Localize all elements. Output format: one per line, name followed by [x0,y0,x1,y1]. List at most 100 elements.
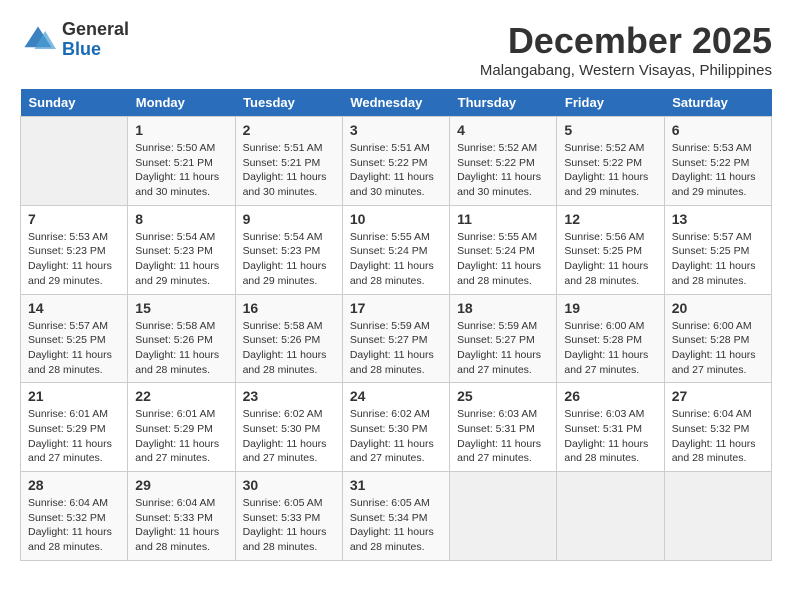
calendar-cell: 28 Sunrise: 6:04 AM Sunset: 5:32 PM Dayli… [21,472,128,561]
day-number: 17 [350,300,442,316]
calendar-cell: 31Sunrise: 6:05 AM Sunset: 5:34 PM Dayli… [342,472,449,561]
calendar-cell [664,472,771,561]
day-number: 2 [243,122,335,138]
day-info: Sunrise: 5:55 AM Sunset: 5:24 PM Dayligh… [457,230,549,289]
calendar-body: 1 Sunrise: 5:50 AM Sunset: 5:21 PM Daylig… [21,117,772,561]
calendar-cell: 18 Sunrise: 5:59 AM Sunset: 5:27 PM Dayli… [450,294,557,383]
day-number: 20 [672,300,764,316]
day-info: Sunrise: 5:56 AM Sunset: 5:25 PM Dayligh… [564,230,656,289]
day-info: Sunrise: 6:03 AM Sunset: 5:31 PM Dayligh… [564,407,656,466]
day-info: Sunrise: 6:04 AM Sunset: 5:33 PM Dayligh… [135,496,227,555]
header-cell-sunday: Sunday [21,89,128,117]
day-number: 13 [672,211,764,227]
day-number: 21 [28,388,120,404]
calendar-cell: 24Sunrise: 6:02 AM Sunset: 5:30 PM Dayli… [342,383,449,472]
calendar-cell: 10Sunrise: 5:55 AM Sunset: 5:24 PM Dayli… [342,205,449,294]
calendar-cell: 16 Sunrise: 5:58 AM Sunset: 5:26 PM Dayli… [235,294,342,383]
calendar-cell [450,472,557,561]
week-row-2: 7 Sunrise: 5:53 AM Sunset: 5:23 PM Daylig… [21,205,772,294]
day-info: Sunrise: 5:58 AM Sunset: 5:26 PM Dayligh… [243,319,335,378]
calendar-cell: 12 Sunrise: 5:56 AM Sunset: 5:25 PM Dayli… [557,205,664,294]
day-info: Sunrise: 5:52 AM Sunset: 5:22 PM Dayligh… [564,141,656,200]
calendar-cell: 8Sunrise: 5:54 AM Sunset: 5:23 PM Daylig… [128,205,235,294]
logo-icon [20,22,56,58]
day-number: 5 [564,122,656,138]
calendar-cell: 5 Sunrise: 5:52 AM Sunset: 5:22 PM Daylig… [557,117,664,206]
day-info: Sunrise: 6:02 AM Sunset: 5:30 PM Dayligh… [350,407,442,466]
week-row-1: 1 Sunrise: 5:50 AM Sunset: 5:21 PM Daylig… [21,117,772,206]
day-info: Sunrise: 5:53 AM Sunset: 5:22 PM Dayligh… [672,141,764,200]
day-info: Sunrise: 5:54 AM Sunset: 5:23 PM Dayligh… [243,230,335,289]
day-info: Sunrise: 5:51 AM Sunset: 5:22 PM Dayligh… [350,141,442,200]
calendar-cell: 1 Sunrise: 5:50 AM Sunset: 5:21 PM Daylig… [128,117,235,206]
calendar-cell: 19 Sunrise: 6:00 AM Sunset: 5:28 PM Dayli… [557,294,664,383]
day-number: 3 [350,122,442,138]
day-number: 31 [350,477,442,493]
month-title: December 2025 [480,20,772,62]
calendar-cell: 6Sunrise: 5:53 AM Sunset: 5:22 PM Daylig… [664,117,771,206]
header-cell-thursday: Thursday [450,89,557,117]
calendar-cell: 13 Sunrise: 5:57 AM Sunset: 5:25 PM Dayli… [664,205,771,294]
calendar-cell: 14 Sunrise: 5:57 AM Sunset: 5:25 PM Dayli… [21,294,128,383]
logo-blue-text: Blue [62,39,101,59]
calendar-cell: 4 Sunrise: 5:52 AM Sunset: 5:22 PM Daylig… [450,117,557,206]
calendar-cell: 3 Sunrise: 5:51 AM Sunset: 5:22 PM Daylig… [342,117,449,206]
week-row-3: 14 Sunrise: 5:57 AM Sunset: 5:25 PM Dayli… [21,294,772,383]
calendar-cell: 7 Sunrise: 5:53 AM Sunset: 5:23 PM Daylig… [21,205,128,294]
day-info: Sunrise: 5:57 AM Sunset: 5:25 PM Dayligh… [28,319,120,378]
day-number: 30 [243,477,335,493]
day-number: 18 [457,300,549,316]
header-cell-saturday: Saturday [664,89,771,117]
logo: General Blue [20,20,129,60]
location-title: Malangabang, Western Visayas, Philippine… [480,62,772,79]
week-row-4: 21 Sunrise: 6:01 AM Sunset: 5:29 PM Dayli… [21,383,772,472]
day-info: Sunrise: 5:52 AM Sunset: 5:22 PM Dayligh… [457,141,549,200]
day-number: 19 [564,300,656,316]
week-row-5: 28 Sunrise: 6:04 AM Sunset: 5:32 PM Dayli… [21,472,772,561]
header-cell-monday: Monday [128,89,235,117]
day-info: Sunrise: 5:51 AM Sunset: 5:21 PM Dayligh… [243,141,335,200]
day-number: 28 [28,477,120,493]
day-info: Sunrise: 5:57 AM Sunset: 5:25 PM Dayligh… [672,230,764,289]
calendar-cell: 9 Sunrise: 5:54 AM Sunset: 5:23 PM Daylig… [235,205,342,294]
day-info: Sunrise: 6:04 AM Sunset: 5:32 PM Dayligh… [28,496,120,555]
day-number: 16 [243,300,335,316]
header: General Blue December 2025 Malangabang, … [20,20,772,79]
calendar-cell: 29Sunrise: 6:04 AM Sunset: 5:33 PM Dayli… [128,472,235,561]
calendar-cell: 2 Sunrise: 5:51 AM Sunset: 5:21 PM Daylig… [235,117,342,206]
day-info: Sunrise: 6:01 AM Sunset: 5:29 PM Dayligh… [28,407,120,466]
calendar-cell: 26 Sunrise: 6:03 AM Sunset: 5:31 PM Dayli… [557,383,664,472]
day-info: Sunrise: 5:50 AM Sunset: 5:21 PM Dayligh… [135,141,227,200]
day-number: 9 [243,211,335,227]
calendar-cell [21,117,128,206]
day-number: 14 [28,300,120,316]
header-cell-tuesday: Tuesday [235,89,342,117]
header-cell-friday: Friday [557,89,664,117]
calendar-cell: 27Sunrise: 6:04 AM Sunset: 5:32 PM Dayli… [664,383,771,472]
day-number: 12 [564,211,656,227]
calendar-cell: 15Sunrise: 5:58 AM Sunset: 5:26 PM Dayli… [128,294,235,383]
calendar-header: SundayMondayTuesdayWednesdayThursdayFrid… [21,89,772,117]
day-info: Sunrise: 5:53 AM Sunset: 5:23 PM Dayligh… [28,230,120,289]
day-number: 23 [243,388,335,404]
calendar-cell: 30Sunrise: 6:05 AM Sunset: 5:33 PM Dayli… [235,472,342,561]
day-number: 7 [28,211,120,227]
day-number: 27 [672,388,764,404]
day-info: Sunrise: 6:00 AM Sunset: 5:28 PM Dayligh… [564,319,656,378]
calendar-cell: 25Sunrise: 6:03 AM Sunset: 5:31 PM Dayli… [450,383,557,472]
day-info: Sunrise: 6:00 AM Sunset: 5:28 PM Dayligh… [672,319,764,378]
day-info: Sunrise: 5:58 AM Sunset: 5:26 PM Dayligh… [135,319,227,378]
day-number: 26 [564,388,656,404]
day-number: 25 [457,388,549,404]
header-row: SundayMondayTuesdayWednesdayThursdayFrid… [21,89,772,117]
day-info: Sunrise: 6:02 AM Sunset: 5:30 PM Dayligh… [243,407,335,466]
day-number: 1 [135,122,227,138]
calendar-cell: 11Sunrise: 5:55 AM Sunset: 5:24 PM Dayli… [450,205,557,294]
day-number: 4 [457,122,549,138]
day-info: Sunrise: 5:59 AM Sunset: 5:27 PM Dayligh… [457,319,549,378]
calendar-cell [557,472,664,561]
day-info: Sunrise: 6:01 AM Sunset: 5:29 PM Dayligh… [135,407,227,466]
day-number: 8 [135,211,227,227]
calendar-cell: 17Sunrise: 5:59 AM Sunset: 5:27 PM Dayli… [342,294,449,383]
calendar-table: SundayMondayTuesdayWednesdayThursdayFrid… [20,89,772,561]
